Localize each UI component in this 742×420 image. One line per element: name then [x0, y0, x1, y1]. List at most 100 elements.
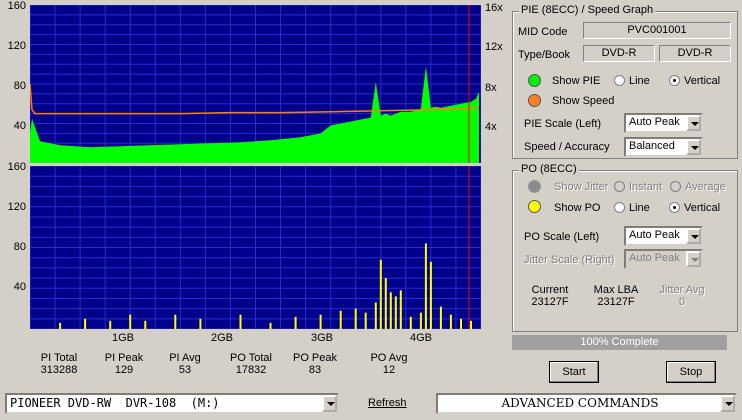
- speed-y-tick-8x: 8x: [485, 82, 497, 94]
- chevron-down-icon[interactable]: [322, 395, 337, 412]
- advanced-commands-value: ADVANCED COMMANDS: [501, 396, 659, 410]
- stat-po-total-label: PO Total: [230, 352, 272, 364]
- po-bar: [424, 243, 427, 329]
- pie-scale-value: Auto Peak: [629, 116, 680, 128]
- mid-code-value: PVC001001: [583, 22, 731, 39]
- po-bar: [59, 322, 62, 329]
- stat-pi-peak-label: PI Peak: [104, 352, 144, 364]
- chevron-down-icon[interactable]: [686, 139, 701, 155]
- book-type-value: DVD-R: [659, 45, 731, 62]
- show-po-label[interactable]: Show PO: [554, 202, 600, 214]
- pie-y-tick-160: 160: [7, 0, 26, 12]
- pie-scale-select[interactable]: Auto Peak: [624, 113, 703, 133]
- po-bar: [84, 318, 87, 329]
- po-y-tick-160: 160: [7, 161, 26, 173]
- pie-graph-svg: [30, 5, 481, 163]
- start-button[interactable]: Start: [549, 361, 599, 383]
- po-scale-label: PO Scale (Left): [524, 231, 600, 243]
- max-lba-label: Max LBA: [593, 284, 639, 296]
- chevron-down-icon[interactable]: [686, 115, 701, 131]
- pie-vertical-label[interactable]: Vertical: [684, 75, 720, 87]
- x-tick-2gb: 2GB: [210, 332, 233, 344]
- show-pie-label[interactable]: Show PIE: [552, 75, 600, 87]
- po-bar: [470, 320, 472, 329]
- jitter-avg-label: Jitter Avg: [659, 284, 705, 296]
- pie-y-tick-40: 40: [13, 120, 26, 132]
- stat-po-avg-label: PO Avg: [370, 352, 408, 364]
- speed-accuracy-select[interactable]: Balanced: [624, 137, 703, 157]
- po-bar: [294, 316, 297, 329]
- speed-y-tick-16x: 16x: [485, 2, 503, 14]
- po-vertical-label[interactable]: Vertical: [684, 202, 720, 214]
- jitter-instant-label: Instant: [629, 181, 663, 193]
- po-bar: [460, 318, 462, 329]
- drive-select[interactable]: PIONEER DVD-RW DVR-108 (M:): [5, 393, 339, 414]
- po-scale-select[interactable]: Auto Peak: [624, 226, 703, 246]
- stat-po-avg-value: 12: [382, 364, 396, 376]
- po-group-title: PO (8ECC): [519, 163, 579, 175]
- stat-pi-peak: PI Peak 129: [97, 352, 151, 376]
- speed-accuracy-value: Balanced: [629, 140, 675, 152]
- advanced-commands-select[interactable]: ADVANCED COMMANDS: [436, 393, 737, 414]
- po-line-label[interactable]: Line: [629, 202, 650, 214]
- pie-speed-group-title: PIE (8ECC) / Speed Graph: [519, 4, 656, 16]
- mid-code-label: MID Code: [518, 26, 568, 38]
- po-bar: [129, 314, 132, 329]
- po-bar: [174, 314, 177, 329]
- refresh-link[interactable]: Refresh: [368, 397, 407, 409]
- drive-value: PIONEER DVD-RW DVR-108 (M:): [10, 396, 220, 410]
- jitter-avg: Jitter Avg 0: [652, 284, 712, 308]
- po-bar: [384, 278, 387, 329]
- stop-button[interactable]: Stop: [666, 361, 716, 383]
- x-tick-3gb: 3GB: [310, 332, 333, 344]
- po-vertical-radio[interactable]: [669, 202, 680, 213]
- pie-scale-label: PIE Scale (Left): [524, 118, 602, 130]
- jitter-color-swatch: [528, 180, 541, 193]
- po-bar: [449, 314, 452, 329]
- jitter-average-radio: [670, 181, 681, 192]
- disc-type-value: DVD-R: [583, 45, 655, 62]
- pie-series-area: [30, 66, 479, 163]
- stat-po-peak-label: PO Peak: [292, 352, 338, 364]
- pie-vertical-radio[interactable]: [669, 75, 680, 86]
- po-y-tick-40: 40: [13, 281, 26, 293]
- type-book-label: Type/Book: [518, 49, 570, 61]
- pie-line-radio[interactable]: [614, 75, 625, 86]
- speed-color-swatch[interactable]: [528, 94, 541, 107]
- pie-y-tick-80: 80: [13, 80, 26, 92]
- current-label: Current: [531, 284, 569, 296]
- po-bar: [364, 312, 367, 329]
- stat-po-total: PO Total 17832: [224, 352, 278, 376]
- pie-color-swatch[interactable]: [528, 74, 541, 87]
- x-tick-4gb: 4GB: [409, 332, 432, 344]
- speed-y-tick-4x: 4x: [485, 121, 497, 133]
- po-line-radio[interactable]: [614, 202, 625, 213]
- po-graph-svg: [30, 166, 481, 329]
- current-value: 23127F: [531, 296, 569, 308]
- stat-pi-total: PI Total 313288: [32, 352, 86, 376]
- po-bar: [439, 306, 442, 329]
- stat-pi-avg: PI Avg 53: [158, 352, 212, 376]
- jitter-average-label: Average: [685, 181, 726, 193]
- po-bar: [409, 316, 412, 329]
- max-lba-value: 23127F: [597, 296, 635, 308]
- pie-line-label[interactable]: Line: [629, 75, 650, 87]
- chevron-down-icon[interactable]: [720, 395, 735, 412]
- jitter-scale-label: Jitter Scale (Right): [524, 254, 615, 266]
- chevron-down-icon[interactable]: [686, 228, 701, 244]
- x-tick-1gb: 1GB: [111, 332, 134, 344]
- po-bar: [394, 296, 397, 329]
- stat-pi-avg-label: PI Avg: [169, 352, 201, 364]
- pie-y-tick-120: 120: [7, 40, 26, 52]
- stat-pi-peak-value: 129: [114, 364, 134, 376]
- show-speed-label[interactable]: Show Speed: [552, 95, 614, 107]
- jitter-scale-select: Auto Peak: [624, 249, 703, 269]
- chevron-down-icon: [686, 251, 701, 267]
- stat-po-peak-value: 83: [308, 364, 322, 376]
- stat-pi-total-value: 313288: [40, 364, 78, 376]
- po-color-swatch[interactable]: [528, 200, 541, 213]
- po-bar: [389, 292, 392, 329]
- stat-pi-total-label: PI Total: [40, 352, 78, 364]
- stat-pi-avg-value: 53: [178, 364, 192, 376]
- jitter-instant-radio: [614, 181, 625, 192]
